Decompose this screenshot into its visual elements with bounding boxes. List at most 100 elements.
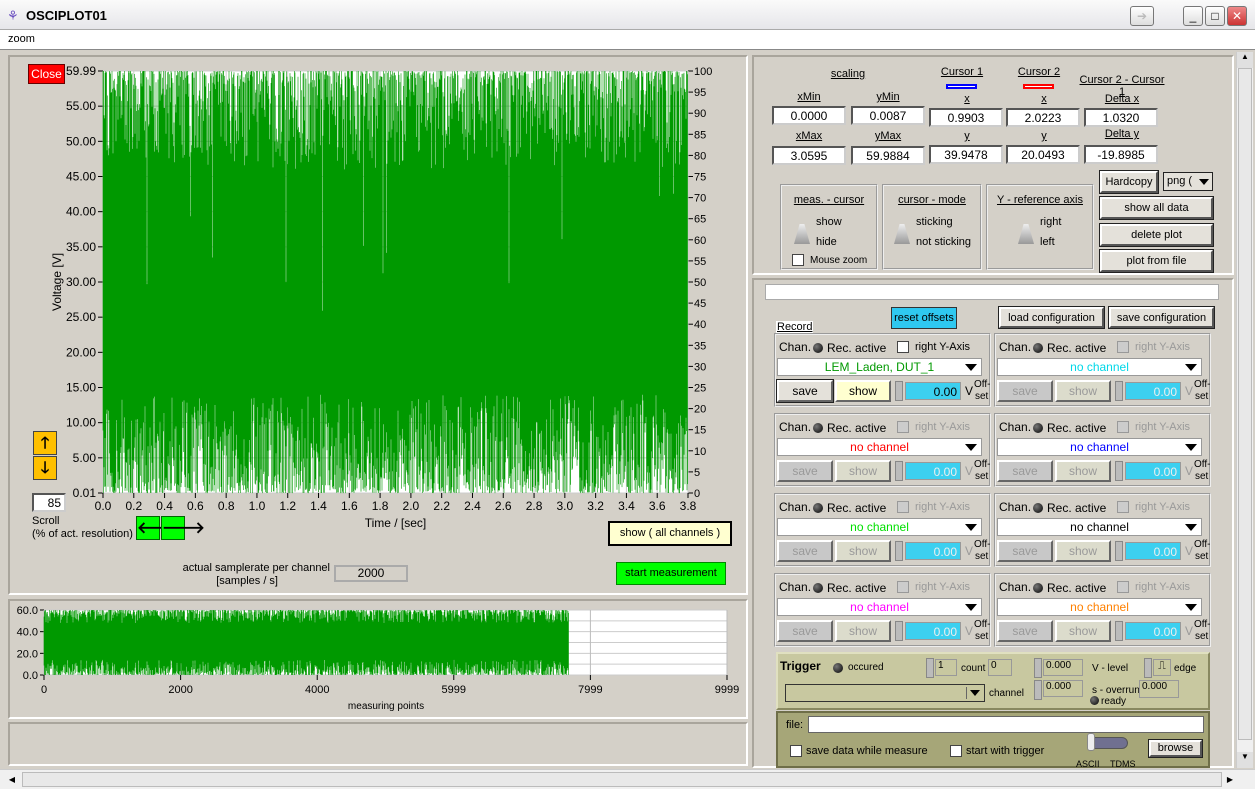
start-with-trigger-checkbox[interactable] — [950, 745, 962, 757]
scroll-down-button[interactable]: 🡓 — [33, 456, 57, 480]
vertical-scroll-thumb[interactable] — [1238, 68, 1252, 740]
save-channel-button[interactable]: save — [997, 540, 1053, 562]
rising-edge-icon[interactable]: ⎍ — [1153, 659, 1171, 676]
edge-spinner[interactable] — [1144, 658, 1152, 678]
offset-input[interactable]: 0.00 — [905, 622, 961, 640]
xmax-field[interactable]: 3.0595 — [772, 146, 846, 165]
ymax-field[interactable]: 59.9884 — [851, 146, 925, 165]
scroll-left-button[interactable]: 🡐 — [136, 516, 180, 540]
overview-plot[interactable]: 60.0 40.0 20.0 0.00 2000 4000 5999 7999 9999 meas… — [0, 595, 750, 720]
show-channel-button[interactable]: show — [835, 380, 891, 402]
v-level-spinner[interactable] — [1034, 658, 1042, 678]
offset-spinner[interactable] — [895, 381, 903, 401]
offset-input[interactable]: 0.00 — [905, 382, 961, 400]
browse-button[interactable]: browse — [1148, 739, 1203, 758]
show-channel-button[interactable]: show — [1055, 540, 1111, 562]
channel-select[interactable]: no channel — [777, 518, 982, 536]
count-spinner[interactable] — [926, 658, 934, 678]
show-channel-button[interactable]: show — [1055, 620, 1111, 642]
right-y-axis-checkbox[interactable] — [897, 421, 909, 433]
offset-spinner[interactable] — [895, 621, 903, 641]
channel-select[interactable]: no channel — [777, 598, 982, 616]
format-select[interactable]: png ( — [1163, 172, 1213, 191]
file-path-input[interactable] — [808, 716, 1204, 733]
xmin-field[interactable]: 0.0000 — [772, 106, 846, 125]
offset-spinner[interactable] — [895, 461, 903, 481]
overrun-input[interactable]: 0.000 — [1043, 680, 1083, 697]
horizontal-scrollbar[interactable]: ◀ ▶ — [0, 769, 1255, 789]
show-channel-button[interactable]: show — [835, 540, 891, 562]
plot-from-file-button[interactable]: plot from file — [1099, 249, 1214, 273]
offset-input[interactable]: 0.00 — [1125, 382, 1181, 400]
format-slider-handle[interactable] — [1087, 733, 1095, 751]
cursor-mode-toggle[interactable] — [894, 224, 910, 244]
right-y-axis-checkbox[interactable] — [897, 581, 909, 593]
save-while-measure-checkbox[interactable] — [790, 745, 802, 757]
save-configuration-button[interactable]: save configuration — [1108, 306, 1215, 329]
save-channel-button[interactable]: save — [997, 460, 1053, 482]
hardcopy-button[interactable]: Hardcopy — [1099, 170, 1159, 194]
show-channel-button[interactable]: show — [835, 620, 891, 642]
scroll-up-button[interactable]: 🡑 — [33, 431, 57, 455]
channel-select[interactable]: no channel — [997, 518, 1202, 536]
offset-spinner[interactable] — [1115, 461, 1123, 481]
offset-input[interactable]: 0.00 — [1125, 622, 1181, 640]
offset-spinner[interactable] — [895, 541, 903, 561]
save-channel-button[interactable]: save — [776, 379, 834, 403]
maximize-button[interactable]: □ — [1205, 6, 1225, 26]
close-window-button[interactable]: ✕ — [1227, 6, 1247, 26]
arrow-right-icon[interactable]: ➔ — [1130, 6, 1154, 26]
scroll-right-arrow-icon[interactable]: ▶ — [1222, 772, 1238, 788]
offset-spinner[interactable] — [1115, 621, 1123, 641]
horizontal-scroll-thumb[interactable] — [22, 772, 1222, 787]
vertical-scrollbar[interactable]: ▲ ▼ — [1236, 52, 1253, 768]
trigger-channel-select[interactable] — [785, 684, 985, 702]
overrun-spinner[interactable] — [1034, 680, 1042, 700]
right-y-axis-checkbox[interactable] — [1117, 501, 1129, 513]
offset-spinner[interactable] — [1115, 381, 1123, 401]
channel-select[interactable]: no channel — [997, 438, 1202, 456]
show-all-data-button[interactable]: show all data — [1099, 196, 1214, 220]
channel-select[interactable]: LEM_Laden, DUT_1 — [777, 358, 982, 376]
offset-input[interactable]: 0.00 — [1125, 462, 1181, 480]
save-channel-button[interactable]: save — [997, 620, 1053, 642]
show-channel-button[interactable]: show — [835, 460, 891, 482]
save-channel-button[interactable]: save — [997, 380, 1053, 402]
meas-cursor-toggle[interactable] — [794, 224, 810, 244]
scroll-up-arrow-icon[interactable]: ▲ — [1237, 52, 1253, 68]
scroll-down-arrow-icon[interactable]: ▼ — [1237, 752, 1253, 768]
scroll-left-arrow-icon[interactable]: ◀ — [4, 772, 20, 788]
mouse-zoom-checkbox[interactable] — [792, 254, 804, 266]
channel-select[interactable]: no channel — [777, 438, 982, 456]
right-y-axis-checkbox[interactable] — [1117, 581, 1129, 593]
scroll-right-button[interactable]: 🡒 — [161, 516, 205, 540]
channel-select[interactable]: no channel — [997, 358, 1202, 376]
offset-spinner[interactable] — [1115, 541, 1123, 561]
y-right-tick-label: 65 — [694, 214, 706, 226]
minimize-button[interactable]: _ — [1183, 6, 1203, 26]
reset-offsets-button[interactable]: reset offsets — [891, 307, 957, 329]
scroll-input[interactable]: 85 — [32, 493, 66, 512]
offset-input[interactable]: 0.00 — [905, 542, 961, 560]
count-input[interactable]: 1 — [935, 659, 957, 676]
show-all-channels-button[interactable]: show ( all channels ) — [608, 521, 732, 546]
ymin-field[interactable]: 0.0087 — [851, 106, 925, 125]
save-channel-button[interactable]: save — [777, 620, 833, 642]
show-channel-button[interactable]: show — [1055, 460, 1111, 482]
save-channel-button[interactable]: save — [777, 540, 833, 562]
right-y-axis-checkbox[interactable] — [1117, 421, 1129, 433]
channel-select[interactable]: no channel — [997, 598, 1202, 616]
v-level-input[interactable]: 0.000 — [1043, 659, 1083, 676]
right-y-axis-checkbox[interactable] — [1117, 341, 1129, 353]
save-channel-button[interactable]: save — [777, 460, 833, 482]
main-plot[interactable]: 59.9955.0050.0045.0040.0035.0030.0025.00… — [0, 0, 750, 600]
delete-plot-button[interactable]: delete plot — [1099, 223, 1214, 247]
offset-input[interactable]: 0.00 — [1125, 542, 1181, 560]
start-measurement-button[interactable]: start measurement — [616, 562, 726, 585]
y-reference-toggle[interactable] — [1018, 224, 1034, 244]
right-y-axis-checkbox[interactable] — [897, 341, 909, 353]
right-y-axis-checkbox[interactable] — [897, 501, 909, 513]
load-configuration-button[interactable]: load configuration — [998, 306, 1105, 329]
offset-input[interactable]: 0.00 — [905, 462, 961, 480]
show-channel-button[interactable]: show — [1055, 380, 1111, 402]
